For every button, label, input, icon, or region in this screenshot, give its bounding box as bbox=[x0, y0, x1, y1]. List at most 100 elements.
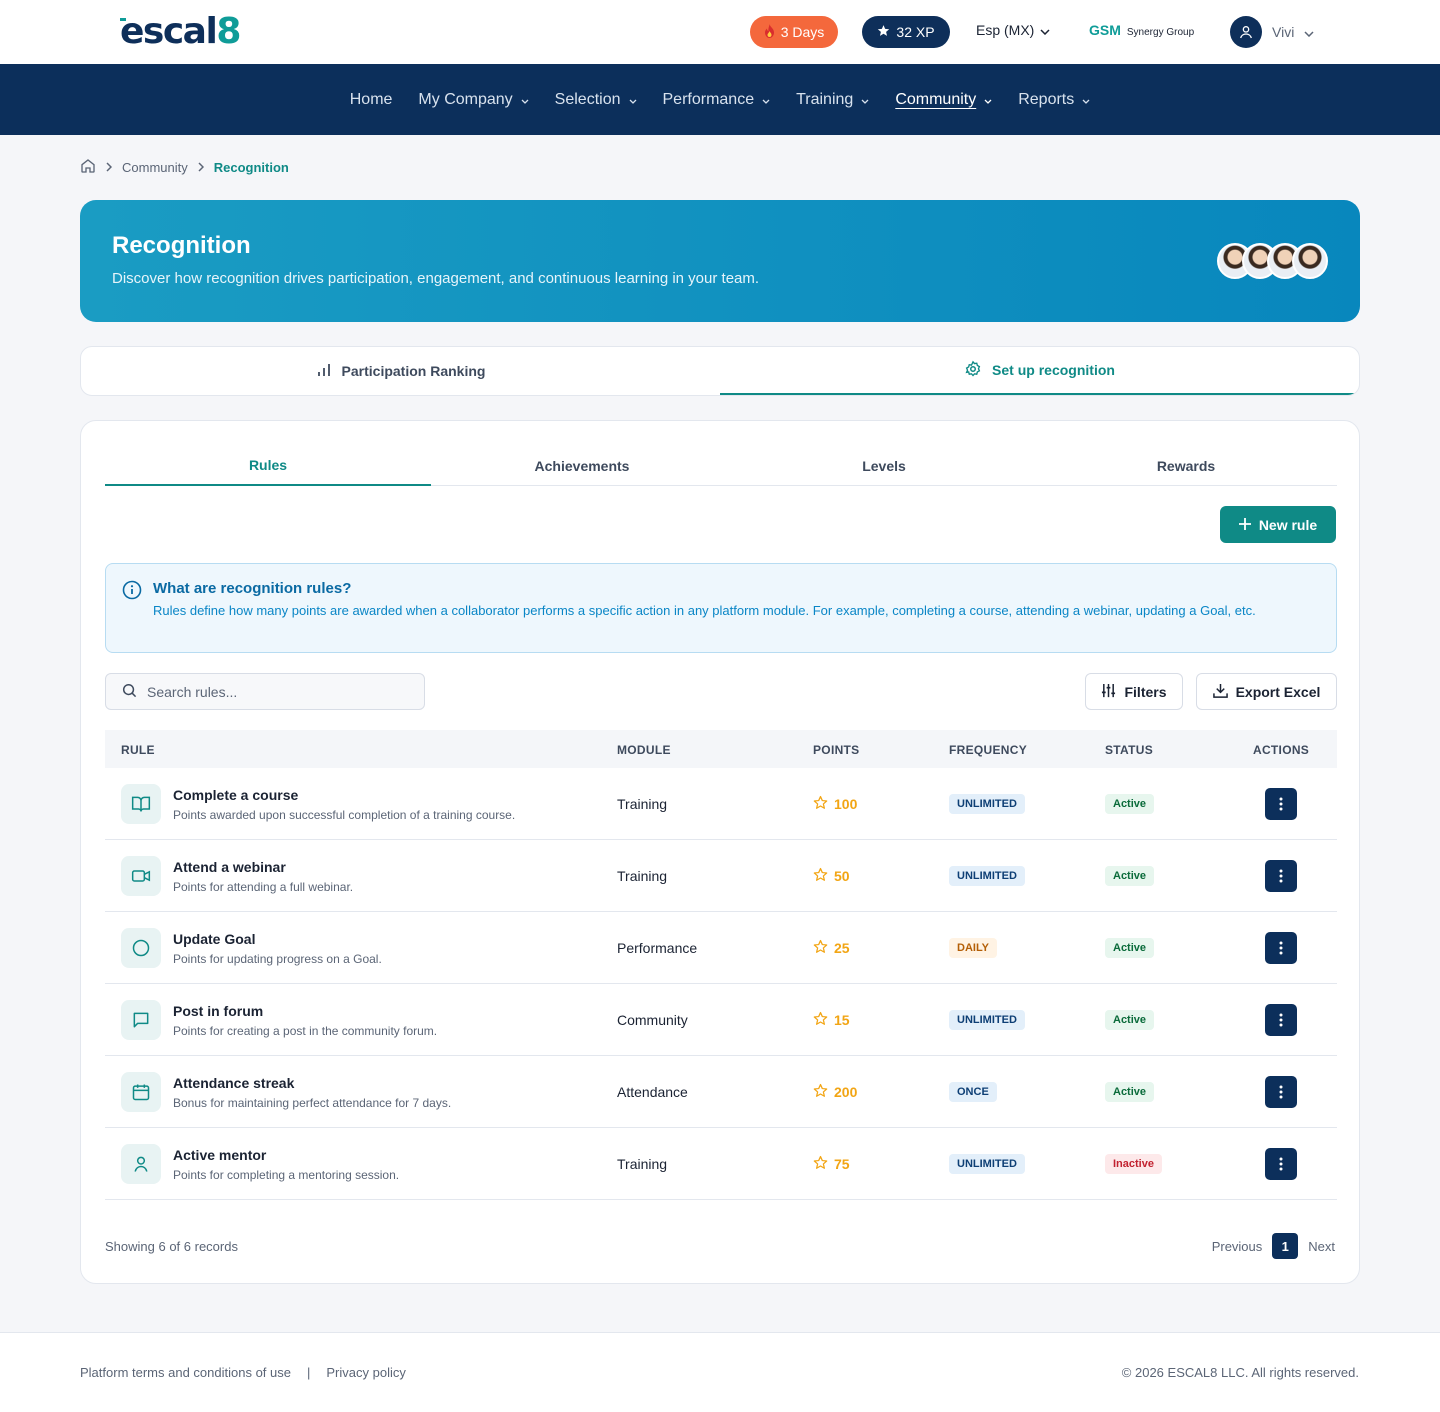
hero-banner: Recognition Discover how recognition dri… bbox=[80, 200, 1360, 322]
more-actions-button[interactable] bbox=[1265, 788, 1297, 820]
rules-card: Rules Achievements Levels Rewards New ru… bbox=[80, 420, 1360, 1284]
points-value: 75 bbox=[834, 1156, 850, 1172]
nav-label: Performance bbox=[662, 90, 755, 108]
points-value: 100 bbox=[834, 796, 858, 812]
rule-module: Training bbox=[617, 796, 668, 812]
privacy-link[interactable]: Privacy policy bbox=[326, 1365, 405, 1380]
tab-participation-ranking[interactable]: Participation Ranking bbox=[81, 347, 720, 395]
streak-badge[interactable]: 3 Days bbox=[750, 16, 838, 48]
copyright: © 2026 ESCAL8 LLC. All rights reserved. bbox=[1121, 1365, 1359, 1380]
top-bar: escal8 3 Days 32 XP Esp (MX) GSM Synergy… bbox=[0, 0, 1440, 64]
footer-divider: | bbox=[307, 1365, 311, 1380]
nav-item-home[interactable]: Home bbox=[350, 91, 393, 109]
company-code: GSM bbox=[1089, 22, 1121, 38]
rule-points: 15 bbox=[813, 1011, 850, 1029]
tab-levels[interactable]: Levels bbox=[733, 445, 1035, 486]
chevron-down-icon bbox=[521, 91, 529, 109]
tab-label: Achievements bbox=[534, 457, 630, 474]
column-header: POINTS bbox=[813, 743, 860, 757]
pagination: Previous 1 Next bbox=[1212, 1233, 1335, 1259]
breadcrumb-community[interactable]: Community bbox=[122, 160, 188, 175]
more-actions-button[interactable] bbox=[1265, 932, 1297, 964]
terms-link[interactable]: Platform terms and conditions of use bbox=[80, 1365, 291, 1380]
nav-item-community[interactable]: Community bbox=[895, 91, 992, 109]
status-badge: Active bbox=[1105, 794, 1155, 814]
info-text: Rules define how many points are awarded… bbox=[153, 603, 1256, 618]
nav-item-performance[interactable]: Performance bbox=[663, 91, 771, 109]
column-header: ACTIONS bbox=[1253, 743, 1310, 757]
column-header: STATUS bbox=[1105, 743, 1154, 757]
sub-tabs: Rules Achievements Levels Rewards bbox=[105, 445, 1337, 486]
page-number-button[interactable]: 1 bbox=[1272, 1233, 1299, 1259]
page-subtitle: Discover how recognition drives particip… bbox=[112, 270, 760, 287]
logo-mark bbox=[120, 18, 126, 21]
next-page-button[interactable]: Next bbox=[1308, 1239, 1335, 1254]
language-label: Esp (MX) bbox=[976, 22, 1035, 38]
nav-label: Reports bbox=[1018, 90, 1075, 108]
nav-label: Home bbox=[349, 90, 393, 108]
table-row: Update Goal Points for updating progress… bbox=[105, 912, 1337, 984]
nav-item-training[interactable]: Training bbox=[796, 91, 869, 109]
search-input[interactable]: Search rules... bbox=[105, 673, 425, 710]
tab-rules[interactable]: Rules bbox=[105, 445, 431, 486]
status-badge: Active bbox=[1105, 1010, 1155, 1030]
kebab-icon bbox=[1279, 869, 1283, 883]
more-actions-button[interactable] bbox=[1265, 1076, 1297, 1108]
tab-label: Rewards bbox=[1156, 457, 1216, 474]
nav-item-selection[interactable]: Selection bbox=[555, 91, 637, 109]
nav-item-reports[interactable]: Reports bbox=[1018, 91, 1090, 109]
frequency-badge: UNLIMITED bbox=[949, 1154, 1025, 1174]
kebab-icon bbox=[1279, 1157, 1283, 1171]
user-menu[interactable]: Vivi bbox=[1230, 16, 1314, 48]
star-outline-icon bbox=[813, 1011, 828, 1029]
points-value: 15 bbox=[834, 1012, 850, 1028]
previous-page-button[interactable]: Previous bbox=[1212, 1239, 1263, 1254]
export-excel-button[interactable]: Export Excel bbox=[1196, 673, 1337, 710]
home-icon[interactable] bbox=[80, 158, 96, 177]
status-badge: Active bbox=[1105, 866, 1155, 886]
chat-icon bbox=[121, 1000, 161, 1040]
column-header: MODULE bbox=[617, 743, 671, 757]
frequency-badge: UNLIMITED bbox=[949, 1010, 1025, 1030]
table-row: Complete a course Points awarded upon su… bbox=[105, 768, 1337, 840]
rule-points: 75 bbox=[813, 1155, 850, 1173]
more-actions-button[interactable] bbox=[1265, 860, 1297, 892]
language-selector[interactable]: Esp (MX) bbox=[976, 22, 1050, 38]
xp-label: 32 XP bbox=[896, 24, 935, 40]
button-label: Filters bbox=[1124, 683, 1167, 700]
filters-button[interactable]: Filters bbox=[1085, 673, 1183, 710]
gear-icon bbox=[964, 360, 982, 381]
tab-achievements[interactable]: Achievements bbox=[431, 445, 733, 486]
streak-label: 3 Days bbox=[780, 24, 825, 40]
star-outline-icon bbox=[813, 795, 828, 813]
rule-description: Points awarded upon successful completio… bbox=[173, 808, 516, 822]
xp-badge[interactable]: 32 XP bbox=[862, 16, 950, 48]
rule-points: 100 bbox=[813, 795, 857, 813]
more-actions-button[interactable] bbox=[1265, 1148, 1297, 1180]
table-row: Post in forum Points for creating a post… bbox=[105, 984, 1337, 1056]
rule-description: Points for attending a full webinar. bbox=[173, 880, 354, 894]
avatar bbox=[1230, 16, 1262, 48]
user-icon bbox=[1240, 26, 1252, 39]
chevron-right-icon bbox=[106, 160, 113, 175]
more-actions-button[interactable] bbox=[1265, 1004, 1297, 1036]
tab-label: Rules bbox=[248, 456, 288, 473]
rule-module: Training bbox=[617, 1156, 668, 1172]
frequency-badge: ONCE bbox=[949, 1082, 997, 1102]
tab-rewards[interactable]: Rewards bbox=[1035, 445, 1337, 486]
new-rule-button[interactable]: New rule bbox=[1220, 506, 1336, 543]
nav-item-my-company[interactable]: My Company bbox=[418, 91, 529, 109]
bar-chart-icon bbox=[316, 362, 332, 381]
company-brand: GSM Synergy Group bbox=[1089, 22, 1194, 38]
main-nav: Home My Company Selection Performance Tr… bbox=[0, 64, 1440, 135]
points-value: 25 bbox=[834, 940, 850, 956]
tab-label: Participation Ranking bbox=[341, 363, 486, 379]
search-icon bbox=[122, 683, 137, 701]
tab-set-up-recognition[interactable]: Set up recognition bbox=[720, 347, 1359, 395]
frequency-badge: DAILY bbox=[949, 938, 997, 958]
chevron-down-icon bbox=[984, 91, 992, 109]
logo[interactable]: escal8 bbox=[120, 12, 241, 52]
kebab-icon bbox=[1279, 941, 1283, 955]
points-value: 50 bbox=[834, 868, 850, 884]
rule-points: 25 bbox=[813, 939, 850, 957]
